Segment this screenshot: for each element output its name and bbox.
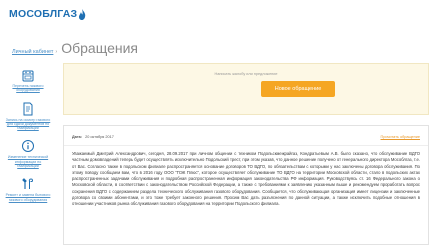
gas-stove-icon (22, 70, 34, 82)
sidebar-item-label: Перечень газового оборудования (12, 84, 44, 93)
appeal-card: Дата: 20 октября 2017 Прочитать обращени… (63, 125, 429, 245)
sidebar-item-tech-info[interactable]: Изменение технической информации по гази… (0, 139, 56, 168)
breadcrumb-link-cabinet[interactable]: Личный кабинет (12, 49, 53, 55)
sidebar-item-label: Ремонт и замена бытового газового оборуд… (5, 193, 51, 202)
appeal-text: Уважаемый Дмитрий Александрович, сегодня… (72, 151, 420, 207)
flame-icon (79, 8, 86, 20)
appeal-date-prefix: Дата: (72, 135, 83, 139)
appeal-card-header: Дата: 20 октября 2017 Прочитать обращени… (72, 132, 420, 142)
document-edit-icon (23, 102, 33, 116)
new-appeal-button[interactable]: Новое обращение (261, 81, 335, 97)
appeal-date-value: 20 октября 2017 (85, 135, 114, 139)
repair-tools-icon (22, 178, 34, 190)
sidebar-item-repair[interactable]: Ремонт и замена бытового газового оборуд… (0, 177, 56, 202)
new-appeal-caption: Написать жалобу или предложение (214, 72, 278, 76)
appeal-date: Дата: 20 октября 2017 (72, 135, 114, 139)
read-appeal-link[interactable]: Прочитать обращение (381, 135, 421, 139)
header: МОСОБЛГАЗ (0, 0, 440, 30)
new-appeal-panel: Написать жалобу или предложение Новое об… (63, 63, 429, 115)
logo[interactable]: МОСОБЛГАЗ (9, 8, 86, 20)
divider (64, 145, 428, 146)
breadcrumb-separator: › (55, 49, 58, 55)
page-title: Обращения (61, 40, 138, 56)
sidebar-item-appointment[interactable]: Запись на осмотр газового для сдачи доку… (0, 102, 56, 131)
logo-text: МОСОБЛГАЗ (9, 8, 78, 20)
sidebar: Перечень газового оборудования Запись на… (0, 68, 56, 211)
info-circle-icon (22, 140, 34, 153)
breadcrumb: Личный кабинет › Обращения (12, 40, 138, 56)
sidebar-item-equipment[interactable]: Перечень газового оборудования (0, 68, 56, 93)
sidebar-item-label: Запись на осмотр газового для сдачи доку… (5, 117, 51, 131)
sidebar-item-label: Изменение технической информации по гази… (7, 155, 49, 169)
